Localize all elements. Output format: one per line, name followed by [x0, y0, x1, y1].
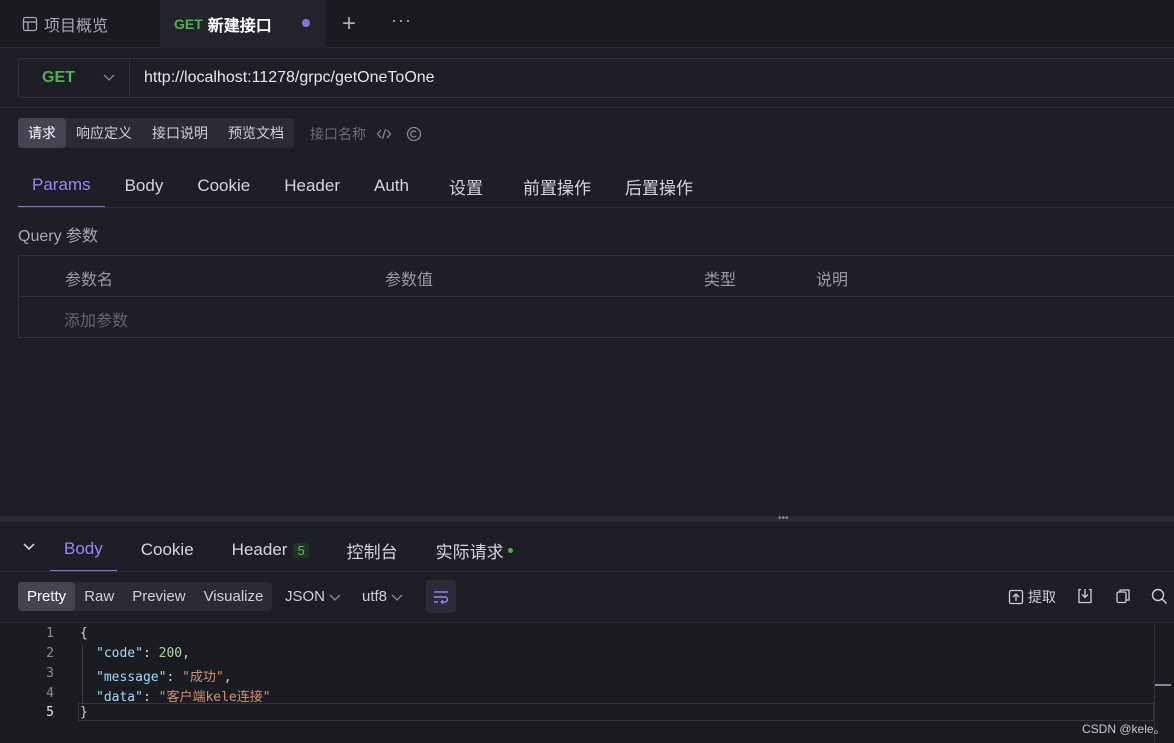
panel-splitter[interactable] — [0, 516, 1174, 522]
tab-method-badge: GET — [174, 16, 203, 32]
json-key: "message" — [96, 670, 167, 685]
segment-response-definition[interactable]: 响应定义 — [66, 118, 142, 148]
chevron-down-icon — [391, 594, 403, 601]
chevron-down-icon[interactable] — [102, 70, 116, 84]
response-tab-header-label: Header — [231, 540, 288, 559]
unsaved-dot-icon — [302, 19, 310, 27]
code-line: { — [80, 626, 88, 641]
url-input[interactable]: http://localhost:11278/grpc/getOneToOne — [144, 58, 435, 98]
add-param-input[interactable]: 添加参数 — [64, 307, 128, 331]
tab-post-operations[interactable]: 后置操作 — [611, 164, 707, 208]
column-header-name: 参数名 — [65, 272, 114, 289]
copy-icon[interactable] — [1115, 588, 1131, 604]
chevron-down-icon — [329, 594, 341, 601]
indent-guide — [82, 644, 83, 704]
current-line-highlight — [78, 703, 1154, 721]
tab-cookie[interactable]: Cookie — [183, 164, 264, 208]
segment-preview-doc[interactable]: 预览文档 — [218, 118, 294, 148]
layout-icon — [22, 16, 38, 32]
scrollbar-marker — [1155, 684, 1171, 686]
download-icon[interactable] — [1077, 588, 1093, 604]
column-header-description: 说明 — [816, 272, 849, 289]
header-count-badge: 5 — [293, 542, 309, 558]
tab-pre-operations[interactable]: 前置操作 — [509, 164, 605, 208]
status-dot-icon — [507, 547, 513, 553]
query-params-label: Query 参数 — [18, 228, 99, 245]
format-select-value: JSON — [285, 588, 326, 605]
column-header-type: 类型 — [704, 272, 737, 289]
extract-button[interactable]: 提取 — [1008, 587, 1056, 607]
json-value: "客户端kele连接" — [158, 690, 271, 705]
response-tab-console[interactable]: 控制台 — [333, 528, 412, 572]
tab-new-interface-label: 新建接口 — [207, 18, 272, 35]
json-value: 200 — [158, 646, 183, 661]
tab-project-overview-label: 项目概览 — [44, 18, 109, 35]
divider — [19, 296, 1174, 297]
search-icon[interactable] — [1151, 588, 1168, 605]
response-tabs: Body Cookie Header 5 控制台 实际请求 — [50, 528, 537, 572]
format-pretty[interactable]: Pretty — [18, 582, 76, 611]
format-select[interactable]: JSON — [285, 582, 342, 611]
line-number: 3 — [46, 666, 54, 681]
code-line: "code": 200, — [96, 646, 190, 661]
response-tab-body[interactable]: Body — [50, 528, 117, 572]
param-tabs: Params Body Cookie Header Auth 设置 前置操作 后… — [18, 164, 707, 208]
response-tab-header[interactable]: Header 5 — [218, 528, 323, 572]
line-number: 4 — [46, 686, 54, 701]
code-line: } — [80, 705, 88, 720]
tab-settings[interactable]: 设置 — [435, 164, 497, 208]
code-brace: } — [80, 705, 88, 720]
tab-auth[interactable]: Auth — [360, 164, 423, 208]
word-wrap-button[interactable] — [426, 580, 456, 613]
tab-header[interactable]: Header — [270, 164, 354, 208]
code-brace: { — [80, 626, 88, 641]
divider — [0, 571, 1174, 572]
extract-label: 提取 — [1028, 589, 1056, 605]
line-number: 5 — [46, 705, 54, 720]
extract-icon — [1008, 589, 1024, 605]
json-key: "data" — [96, 690, 143, 705]
tab-project-overview[interactable]: 项目概览 — [0, 0, 160, 48]
tab-body[interactable]: Body — [111, 164, 178, 208]
divider — [0, 107, 1174, 108]
divider — [18, 207, 1174, 208]
segment-interface-description[interactable]: 接口说明 — [142, 118, 218, 148]
line-number: 2 — [46, 646, 54, 661]
request-segment-control: 请求 响应定义 接口说明 预览文档 — [18, 118, 294, 148]
palette-icon[interactable] — [406, 126, 422, 142]
json-value: "成功" — [182, 670, 224, 685]
response-tab-cookie[interactable]: Cookie — [127, 528, 208, 572]
format-segment-control: Pretty Raw Preview Visualize — [18, 582, 273, 611]
response-tab-actual-request-label: 实际请求 — [435, 542, 504, 562]
line-number: 1 — [46, 626, 54, 641]
watermark: CSDN @kele。 — [1082, 722, 1166, 736]
column-header-value: 参数值 — [385, 272, 434, 289]
tab-new-interface[interactable]: GET 新建接口 — [160, 0, 326, 48]
collapse-chevron-icon[interactable] — [22, 540, 36, 554]
segment-request[interactable]: 请求 — [18, 118, 66, 148]
code-line: "message": "成功", — [96, 670, 232, 685]
encoding-select[interactable]: utf8 — [362, 582, 404, 611]
code-icon[interactable] — [376, 126, 392, 142]
format-preview[interactable]: Preview — [123, 582, 194, 611]
add-tab-button[interactable]: + — [342, 10, 356, 38]
format-visualize[interactable]: Visualize — [195, 582, 273, 611]
interface-name-input[interactable]: 接口名称 — [310, 124, 366, 144]
format-raw[interactable]: Raw — [75, 582, 123, 611]
drag-handle-icon[interactable]: ••• — [778, 514, 789, 524]
json-key: "code" — [96, 646, 143, 661]
tab-params[interactable]: Params — [18, 164, 105, 208]
response-tab-actual-request[interactable]: 实际请求 — [422, 528, 527, 572]
encoding-select-value: utf8 — [362, 588, 388, 605]
code-line: "data": "客户端kele连接" — [96, 690, 271, 705]
more-tabs-button[interactable]: ··· — [391, 10, 412, 31]
wrap-icon — [434, 590, 449, 604]
